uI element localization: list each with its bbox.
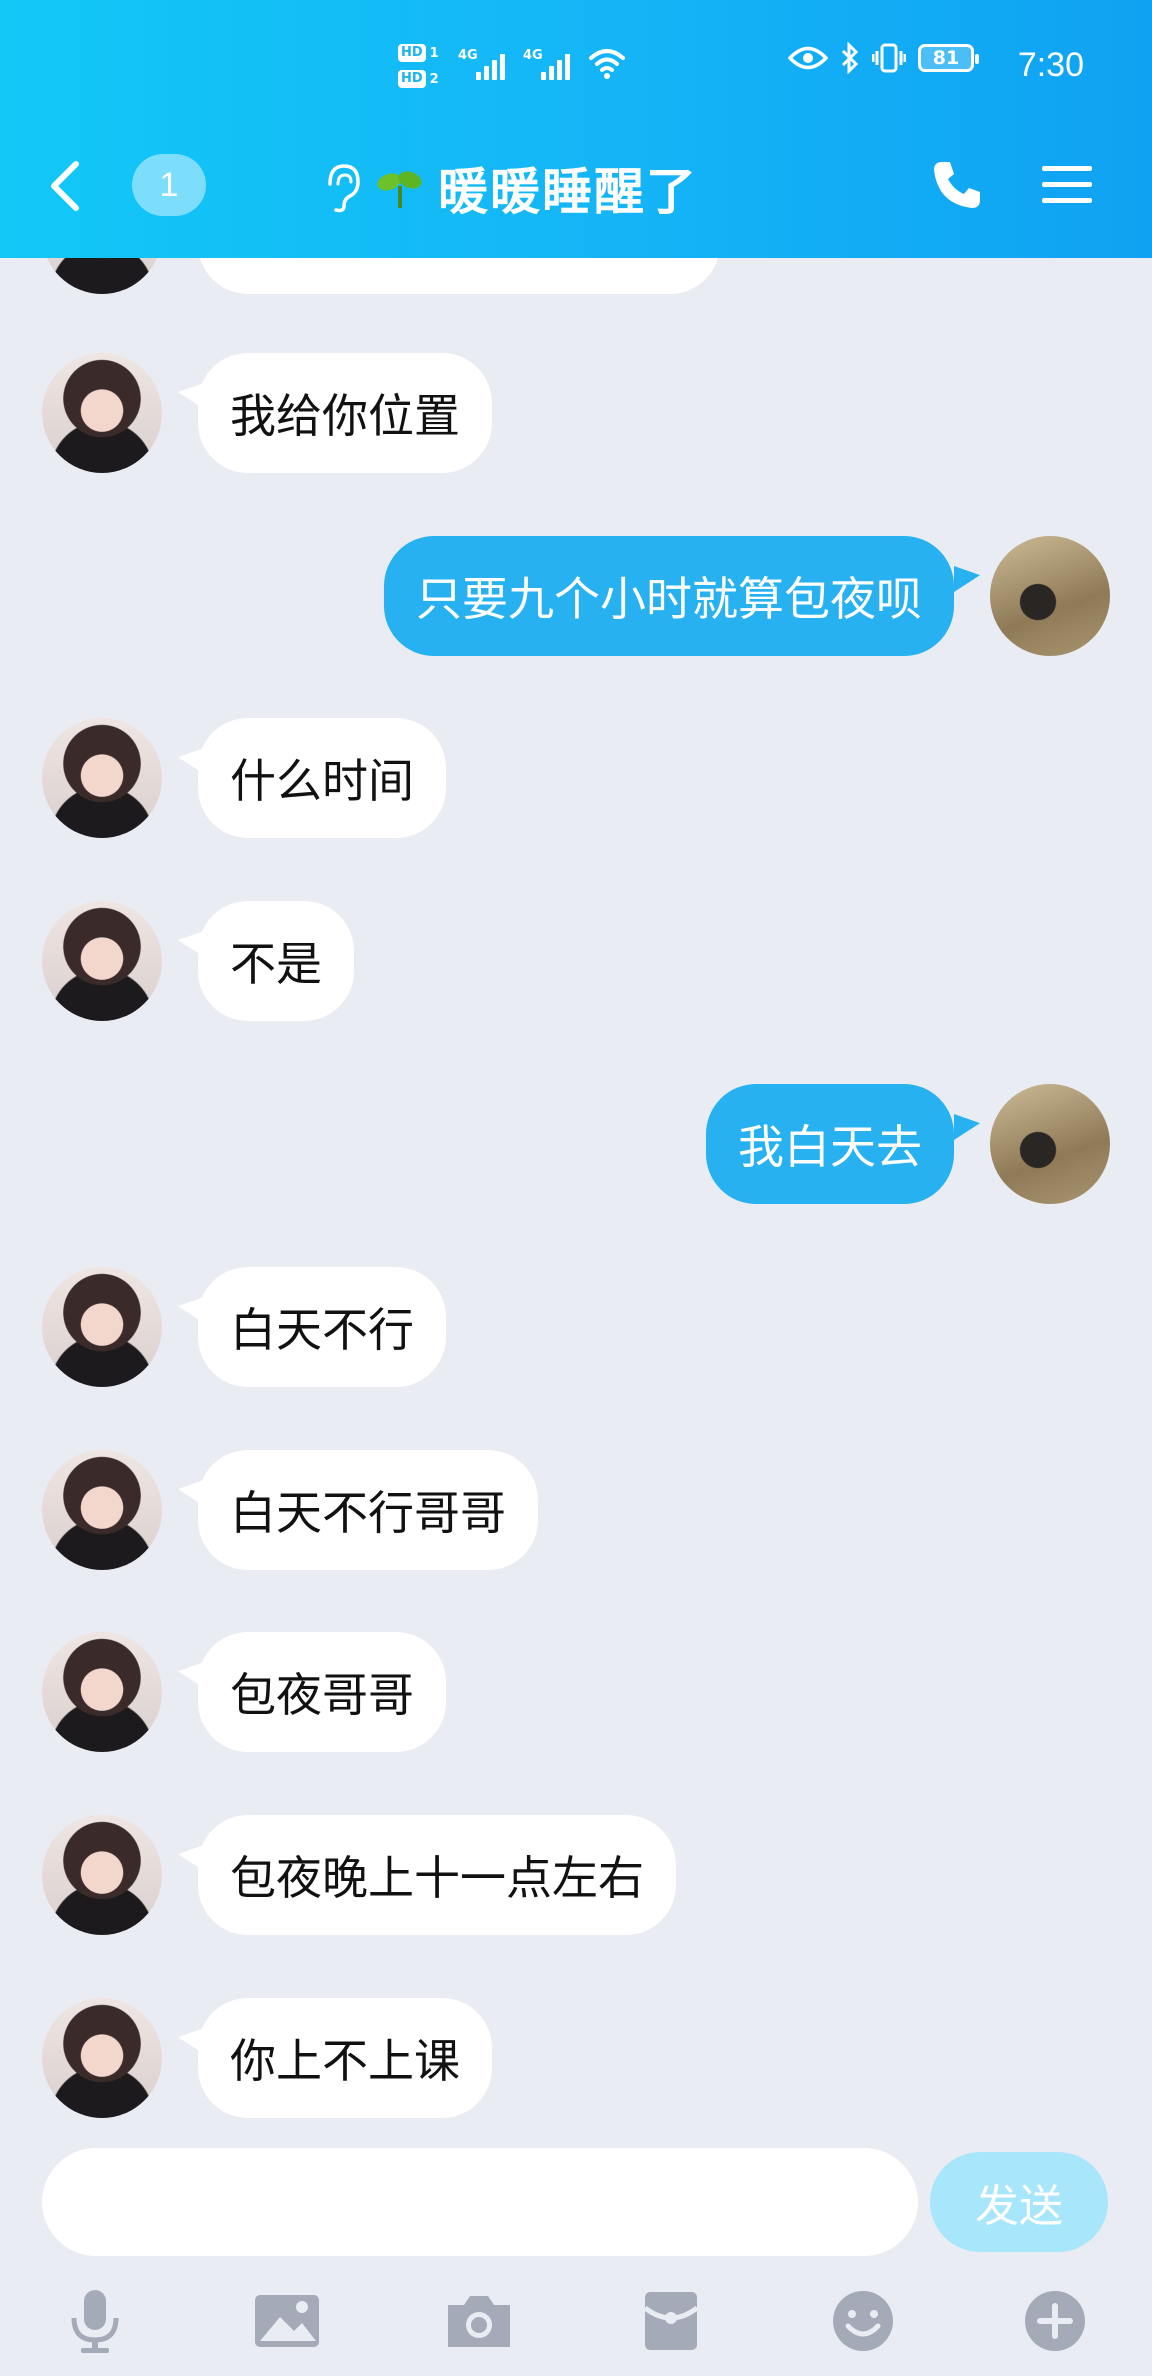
scrolled-message <box>0 258 1152 294</box>
message-row: 什么时间 <box>0 718 1152 838</box>
contact-avatar[interactable] <box>42 353 162 473</box>
message-bubble[interactable]: 什么时间 <box>198 718 446 838</box>
composer-toolbar <box>0 2276 1152 2376</box>
contact-avatar[interactable] <box>42 1815 162 1935</box>
my-avatar[interactable] <box>990 1084 1110 1204</box>
message-bubble[interactable]: 不是 <box>198 901 354 1021</box>
emoji-button[interactable] <box>824 2282 902 2360</box>
plus-icon <box>1025 2291 1085 2351</box>
battery-icon: 81 <box>918 44 979 72</box>
menu-button[interactable] <box>1040 162 1094 208</box>
camera-icon <box>448 2296 510 2347</box>
contact-avatar[interactable] <box>42 1632 162 1752</box>
message-bubble-partial[interactable] <box>198 258 720 294</box>
message-row: 白天不行 <box>0 1267 1152 1387</box>
network-type: 4G <box>523 48 543 63</box>
sim-indicators: HD 1 HD 2 <box>398 40 439 92</box>
ear-icon <box>328 164 360 213</box>
send-button[interactable]: 发送 <box>930 2152 1108 2252</box>
message-bubble[interactable]: 白天不行哥哥 <box>198 1450 538 1570</box>
contact-avatar[interactable] <box>42 258 162 294</box>
status-bar: HD 1 HD 2 4G 4G 81 7:30 <box>0 36 1152 98</box>
unread-badge[interactable]: 1 <box>132 154 206 216</box>
message-bubble[interactable]: 白天不行 <box>198 1267 446 1387</box>
battery-level: 81 <box>932 47 960 69</box>
composer: 发送 <box>0 2134 1152 2376</box>
message-bubble[interactable]: 包夜哥哥 <box>198 1632 446 1752</box>
chat-header: HD 1 HD 2 4G 4G 81 7:30 1 暖暖睡醒了 <box>0 0 1152 258</box>
clock: 7:30 <box>1017 46 1084 84</box>
message-bubble[interactable]: 只要九个小时就算包夜呗 <box>384 536 954 656</box>
message-bubble[interactable]: 我给你位置 <box>198 353 492 473</box>
nav-bar: 1 暖暖睡醒了 <box>0 140 1152 230</box>
eye-icon <box>788 46 828 70</box>
sim-number: 2 <box>429 71 439 87</box>
message-bubble[interactable]: 你上不上课 <box>198 1998 492 2118</box>
more-button[interactable] <box>1016 2282 1094 2360</box>
message-row: 白天不行哥哥 <box>0 1450 1152 1570</box>
my-avatar[interactable] <box>990 536 1110 656</box>
emoji-icon <box>833 2291 893 2351</box>
image-button[interactable] <box>248 2282 326 2360</box>
network-type: 4G <box>458 48 478 63</box>
message-row: 我白天去 <box>0 1084 1152 1204</box>
message-row: 你上不上课 <box>0 1998 1152 2118</box>
contact-avatar[interactable] <box>42 1998 162 2118</box>
contact-avatar[interactable] <box>42 1450 162 1570</box>
signal-icon: 4G <box>523 48 570 80</box>
chat-title-group[interactable]: 暖暖睡醒了 <box>322 152 698 224</box>
message-row: 包夜哥哥 <box>0 1632 1152 1752</box>
bluetooth-icon <box>841 42 859 74</box>
bubble-tail <box>954 566 980 592</box>
message-row: 不是 <box>0 901 1152 1021</box>
sprout-icon <box>377 171 422 208</box>
camera-button[interactable] <box>440 2282 518 2360</box>
status-right-icons: 81 <box>788 42 979 74</box>
contact-avatar[interactable] <box>42 1267 162 1387</box>
unread-count: 1 <box>159 165 179 204</box>
vibrate-icon <box>872 43 906 73</box>
red-packet-icon <box>643 2292 699 2350</box>
message-bubble[interactable]: 包夜晚上十一点左右 <box>198 1815 676 1935</box>
red-packet-button[interactable] <box>632 2282 710 2360</box>
bubble-tail <box>954 1114 980 1140</box>
contact-avatar[interactable] <box>42 901 162 1021</box>
microphone-icon <box>71 2290 119 2353</box>
message-bubble[interactable]: 我白天去 <box>706 1084 954 1204</box>
image-icon <box>255 2295 319 2347</box>
signal-icon: 4G <box>458 48 505 80</box>
hd-badge: HD <box>398 70 426 88</box>
message-row: 包夜晚上十一点左右 <box>0 1815 1152 1935</box>
hd-badge: HD <box>398 44 426 62</box>
message-row: 只要九个小时就算包夜呗 <box>0 536 1152 656</box>
phone-call-button[interactable] <box>928 156 986 214</box>
back-button[interactable] <box>42 158 92 214</box>
chat-title: 暖暖睡醒了 <box>438 163 698 221</box>
message-list[interactable]: 我给你位置 只要九个小时就算包夜呗 什么时间 不是 我白天去 白天不行 白天不行… <box>0 258 1152 2134</box>
signal-indicators: 4G 4G <box>458 46 626 80</box>
voice-button[interactable] <box>56 2282 134 2360</box>
contact-avatar[interactable] <box>42 718 162 838</box>
sim-number: 1 <box>429 45 439 61</box>
message-row: 我给你位置 <box>0 353 1152 473</box>
message-input[interactable] <box>42 2148 918 2256</box>
wifi-icon <box>589 49 625 79</box>
